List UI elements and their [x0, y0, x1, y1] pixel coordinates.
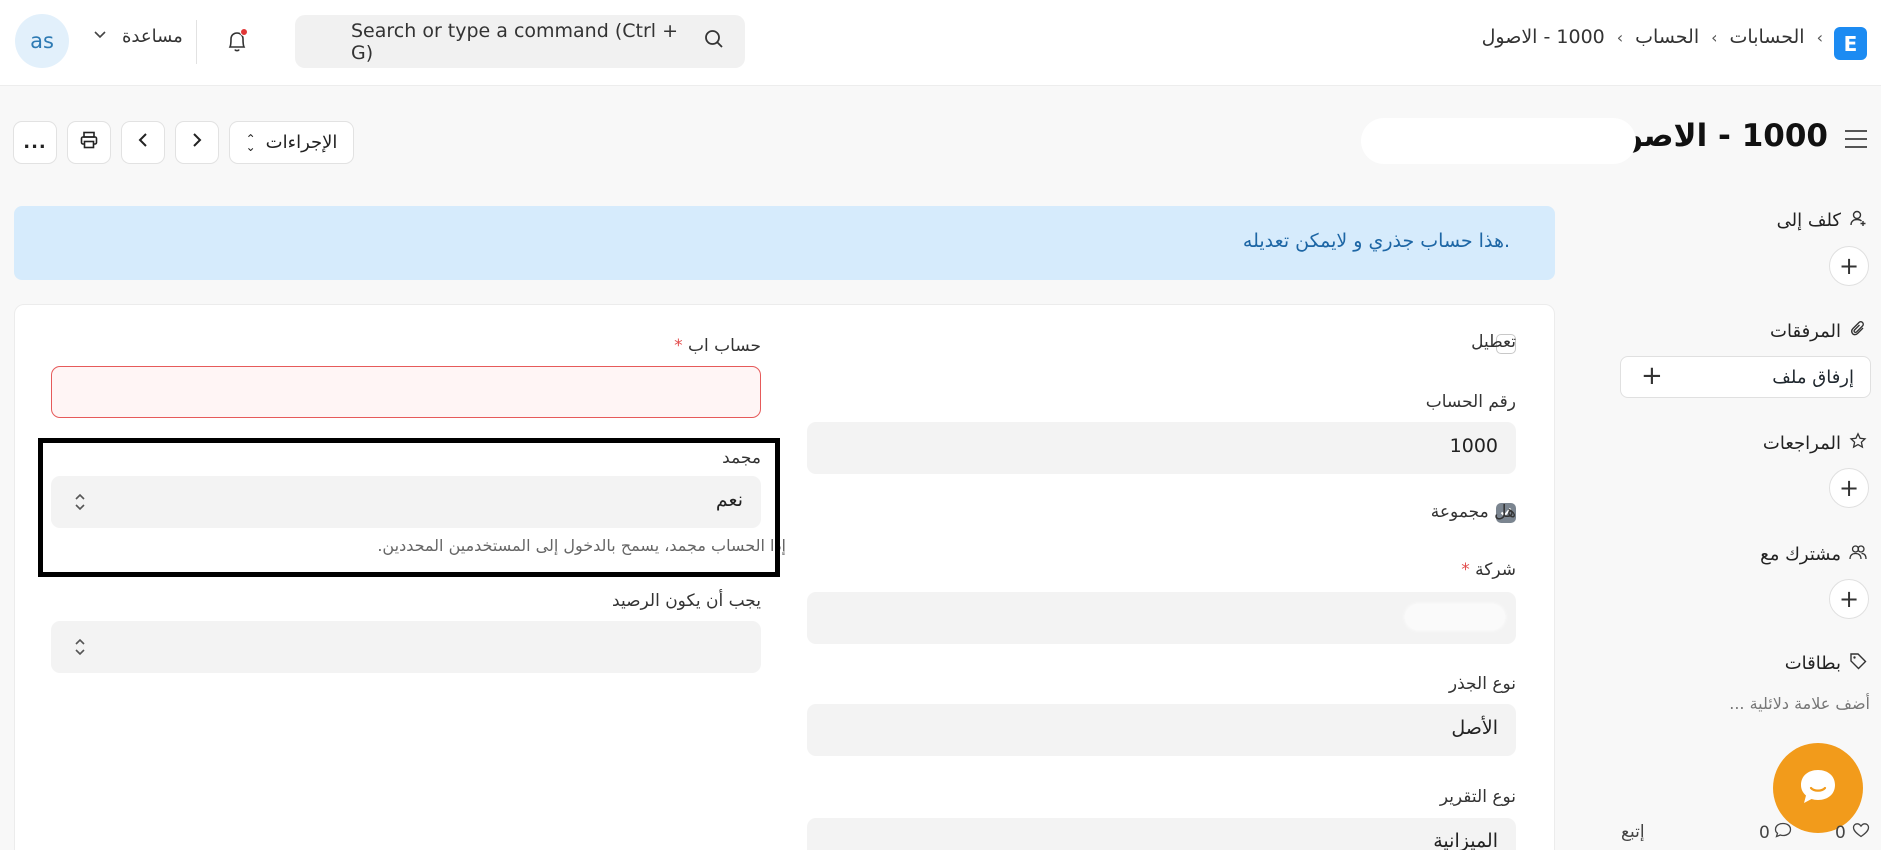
help-label: مساعدة	[122, 26, 183, 47]
users-icon	[1849, 543, 1867, 566]
reviews-section: المراجعات	[1763, 432, 1867, 455]
tags-section: بطاقات	[1785, 652, 1867, 675]
company-label-text: شركة	[1475, 560, 1516, 580]
app-logo[interactable]: E	[1834, 27, 1867, 60]
add-tag-input[interactable]: أضف علامة دلائلية ...	[1729, 694, 1870, 713]
paperclip-icon	[1849, 320, 1867, 343]
notification-dot	[240, 28, 248, 36]
like-count[interactable]: 0	[1835, 822, 1870, 843]
actions-label: الإجراءات	[265, 132, 338, 153]
account-number-label: رقم الحساب	[1425, 392, 1516, 412]
parent-account-label: حساب اب *	[674, 336, 761, 356]
updown-chevron-icon: ⌃ ⌄	[245, 131, 256, 154]
is-group-label: هل مجموعة	[1430, 502, 1516, 522]
report-type-value: الميزانية	[1433, 830, 1498, 850]
account-number-value: 1000	[1449, 435, 1498, 457]
root-type-value: الأصل	[1451, 717, 1498, 739]
add-user-icon	[1849, 209, 1867, 232]
reviews-label: المراجعات	[1762, 433, 1841, 454]
assign-to-section: كلف إلى	[1777, 209, 1867, 232]
attach-file-button[interactable]: إرفاق ملف +	[1620, 356, 1871, 398]
root-type-field[interactable]: الأصل	[807, 704, 1516, 756]
breadcrumb-item-current[interactable]: 1000 - الاصول	[1482, 26, 1605, 48]
avatar[interactable]: as	[15, 14, 69, 68]
balance-must-be-label: يجب أن يكون الرصيد	[612, 591, 761, 611]
shared-with-section: مشترك مع	[1760, 543, 1867, 566]
company-label: شركة *	[1461, 560, 1516, 580]
root-account-alert: .هذا حساب جذري و لايمكن تعديله	[14, 206, 1555, 280]
attachments-section: المرفقات	[1770, 320, 1867, 343]
previous-record-button[interactable]	[121, 121, 165, 164]
follow-link[interactable]: إتبع	[1621, 822, 1645, 842]
tags-label: بطاقات	[1784, 653, 1841, 674]
parent-account-field[interactable]	[51, 366, 761, 418]
shared-with-label: مشترك مع	[1760, 544, 1841, 565]
report-type-field[interactable]: الميزانية	[807, 818, 1516, 850]
chevron-right-icon: ›	[1816, 27, 1823, 47]
chevron-down-icon	[92, 26, 108, 47]
parent-account-label-text: حساب اب	[688, 336, 761, 356]
updown-chevron-icon	[75, 638, 85, 656]
alert-text: .هذا حساب جذري و لايمكن تعديله	[1242, 230, 1510, 252]
redacted-status-area	[1361, 118, 1636, 164]
breadcrumb: › الحسابات › الحساب › 1000 - الاصول	[1482, 26, 1823, 48]
print-button[interactable]	[67, 121, 111, 164]
required-mark: *	[674, 336, 683, 356]
heart-icon	[1852, 822, 1870, 843]
breadcrumb-item-accounts[interactable]: الحسابات	[1730, 26, 1805, 48]
navbar: as مساعدة Search or type a command (Ctrl…	[0, 0, 1881, 86]
account-number-field[interactable]: 1000	[807, 422, 1516, 474]
chevron-right-icon: ›	[1711, 27, 1718, 47]
highlight-box	[38, 438, 780, 577]
attachments-label: المرفقات	[1770, 321, 1841, 342]
assign-add-button[interactable]: +	[1829, 246, 1869, 286]
reviews-add-button[interactable]: +	[1829, 468, 1869, 508]
search-icon	[703, 28, 725, 55]
plus-icon: +	[1641, 361, 1663, 391]
search-placeholder: Search or type a command (Ctrl + G)	[351, 19, 679, 64]
star-icon	[1849, 432, 1867, 455]
share-add-button[interactable]: +	[1829, 579, 1869, 619]
more-options-button[interactable]: ...	[13, 121, 57, 164]
like-count-value: 0	[1835, 822, 1846, 843]
search-input[interactable]: Search or type a command (Ctrl + G)	[295, 15, 745, 68]
tag-icon	[1849, 652, 1867, 675]
redacted-company-value	[1405, 604, 1505, 630]
divider	[196, 20, 197, 64]
chevron-left-icon	[133, 130, 153, 155]
attach-file-label: إرفاق ملف	[1772, 367, 1854, 388]
comment-count: 0	[1759, 822, 1792, 843]
assign-to-label: كلف إلى	[1776, 210, 1841, 231]
chevron-right-icon	[187, 130, 207, 155]
help-dropdown[interactable]: مساعدة	[92, 26, 183, 47]
balance-must-be-select[interactable]	[51, 621, 761, 673]
printer-icon	[79, 130, 99, 155]
report-type-label: نوع التقرير	[1439, 787, 1516, 807]
actions-dropdown-button[interactable]: ⌃ ⌄ الإجراءات	[229, 121, 354, 164]
chat-icon	[1796, 764, 1840, 812]
chevron-right-icon: ›	[1616, 27, 1624, 47]
required-mark: *	[1461, 560, 1470, 580]
comment-icon	[1774, 822, 1792, 843]
breadcrumb-item-account[interactable]: الحساب	[1635, 26, 1699, 48]
comment-count-value: 0	[1759, 822, 1770, 843]
chat-support-button[interactable]	[1773, 743, 1863, 833]
disable-label: تعطيل	[1471, 332, 1516, 352]
next-record-button[interactable]	[175, 121, 219, 164]
root-type-label: نوع الجذر	[1448, 674, 1516, 694]
hamburger-menu-icon[interactable]	[1843, 128, 1869, 150]
